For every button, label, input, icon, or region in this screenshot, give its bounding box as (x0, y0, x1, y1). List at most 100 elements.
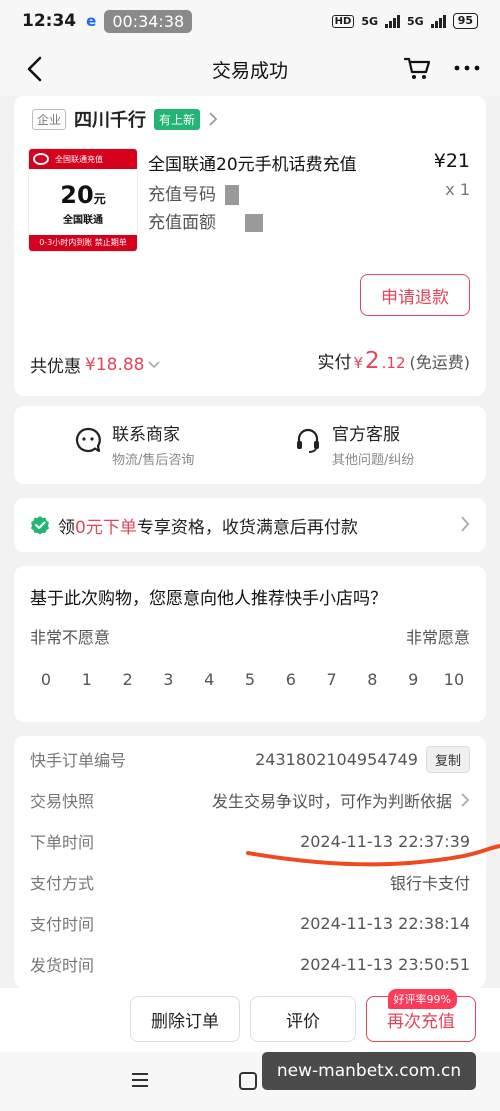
promo-post: 专享资格，收货满意后再付款 (136, 517, 358, 538)
survey-score-option[interactable]: 9 (397, 670, 429, 689)
contact-merchant-button[interactable]: 联系商家 物流/售后咨询 (74, 420, 194, 468)
product-image-banner: 全国联通充值 (29, 149, 137, 169)
more-icon[interactable] (452, 58, 482, 78)
product-image-banner-text: 全国联通充值 (55, 154, 103, 164)
promo-text: 领0元下单专享资格，收货满意后再付款 (58, 513, 358, 538)
payment-method-row: 支付方式 银行卡支付 (30, 867, 470, 897)
request-refund-button[interactable]: 申请退款 (360, 274, 470, 316)
discount-label: 共优惠 (30, 357, 81, 377)
ship-time-label: 发货时间 (30, 956, 95, 975)
order-number-row: 快手订单编号 2431802104954749 复制 (30, 744, 470, 774)
order-product-card: 企业 四川千行 有上新 全国联通充值 20元 全国联通 0-3小时内到账 禁止期… (14, 96, 486, 396)
amount-paid: 实付 ¥ 2 .12 (免运费) (317, 348, 470, 374)
network-label-1: 5G (361, 14, 378, 28)
delete-order-button[interactable]: 删除订单 (130, 996, 240, 1042)
promo-highlight: 0元下单 (75, 517, 137, 538)
network-label-2: 5G (407, 14, 424, 28)
survey-question: 基于此次购物，您愿意向他人推荐快手小店吗？ (30, 589, 387, 609)
snapshot-label: 交易快照 (30, 792, 95, 811)
shop-header[interactable]: 企业 四川千行 有上新 (32, 106, 218, 132)
paid-currency: ¥ (353, 354, 363, 372)
recharge-amount-row: 充值面额 (148, 208, 264, 233)
shop-name[interactable]: 四川千行 (74, 106, 146, 132)
copy-order-number-button[interactable]: 复制 (425, 745, 470, 773)
product-image-footer: 0-3小时内到账 禁止期单 (29, 235, 137, 251)
headset-icon (297, 428, 319, 453)
enterprise-tag: 企业 (32, 108, 67, 130)
paid-integer: 2 (365, 348, 380, 374)
payment-time-row: 支付时间 2024-11-13 22:38:14 (30, 908, 470, 938)
payment-method-label: 支付方式 (30, 874, 95, 893)
survey-low-label: 非常不愿意 (30, 628, 111, 647)
carrier-icon: e (86, 12, 97, 30)
product-quantity: x 1 (445, 180, 470, 199)
unicom-logo-icon (33, 153, 49, 165)
survey-score-option[interactable]: 2 (112, 670, 144, 689)
page-title: 交易成功 (211, 59, 288, 82)
chevron-right-icon (209, 112, 218, 126)
hd-icon: HD (331, 14, 355, 28)
contact-card: 联系商家 物流/售后咨询 官方客服 其他问题/纠纷 (14, 406, 486, 484)
ship-time-row: 发货时间 2024-11-13 23:50:51 (30, 949, 470, 979)
zero-yuan-promo-banner[interactable]: 领0元下单专享资格，收货满意后再付款 (14, 498, 486, 552)
product-image-amount-unit: 元 (93, 192, 106, 206)
discount-value: ¥18.88 (85, 354, 145, 375)
status-bar: 12:34 e 00:34:38 HD 5G 5G 95 (0, 0, 500, 42)
redacted-block (245, 214, 264, 232)
clock: 12:34 (22, 11, 77, 31)
official-service-sub: 其他问题/纠纷 (332, 453, 415, 468)
chevron-right-icon (461, 793, 470, 807)
redacted-block (225, 185, 240, 205)
chevron-down-icon (148, 360, 161, 368)
snapshot-row[interactable]: 交易快照 发生交易争议时，可作为判断依据 (30, 785, 470, 815)
order-number-label: 快手订单编号 (30, 751, 127, 770)
status-icons: HD 5G 5G 95 (331, 13, 478, 29)
survey-score-option[interactable]: 5 (234, 670, 266, 689)
watermark: new-manbetx.com.cn (262, 1052, 476, 1090)
survey-score-option[interactable]: 6 (275, 670, 307, 689)
bottom-action-bar: 删除订单 评价 再次充值 好评率99% (0, 988, 500, 1052)
survey-score-option[interactable]: 8 (356, 670, 388, 689)
total-discount[interactable]: 共优惠 ¥18.88 (30, 352, 161, 377)
product-image-amount: 20元 (29, 181, 137, 209)
order-time-row: 下单时间 2024-11-13 22:37:39 (30, 826, 470, 856)
order-time-value: 2024-11-13 22:37:39 (300, 831, 470, 851)
nps-survey-card: 基于此次购物，您愿意向他人推荐快手小店吗？ 非常不愿意 非常愿意 0 1 2 3… (14, 566, 486, 722)
survey-score-option[interactable]: 4 (193, 670, 225, 689)
product-image-sub: 全国联通 (63, 215, 103, 226)
promo-pre: 领 (58, 517, 75, 538)
cart-icon[interactable] (403, 55, 431, 81)
recent-apps-icon[interactable] (130, 1072, 150, 1088)
order-number-value: 2431802104954749 (255, 749, 418, 769)
payment-method-value: 银行卡支付 (389, 874, 470, 893)
review-button[interactable]: 评价 (250, 996, 356, 1042)
recording-timer: 00:34:38 (104, 9, 193, 33)
recharge-again-button[interactable]: 再次充值 好评率99% (366, 989, 476, 1042)
snapshot-value: 发生交易争议时，可作为判断依据 (211, 792, 452, 811)
contact-merchant-sub: 物流/售后咨询 (112, 453, 195, 468)
back-arrow-icon[interactable] (22, 55, 48, 83)
shipping-note: (免运费) (409, 353, 471, 372)
survey-score-option[interactable]: 10 (438, 670, 470, 689)
official-service-title: 官方客服 (332, 425, 400, 445)
survey-score-option[interactable]: 3 (152, 670, 184, 689)
survey-score-option[interactable]: 7 (316, 670, 348, 689)
home-icon[interactable] (239, 1072, 257, 1090)
product-name[interactable]: 全国联通20元手机话费充值 (148, 150, 378, 175)
signal-icon (385, 14, 400, 28)
official-service-button[interactable]: 官方客服 其他问题/纠纷 (294, 420, 414, 468)
paid-label: 实付 (317, 353, 352, 373)
product-image[interactable]: 全国联通充值 20元 全国联通 0-3小时内到账 禁止期单 (28, 148, 138, 252)
survey-score-option[interactable]: 1 (71, 670, 103, 689)
recharge-number-label: 充值号码 (148, 185, 216, 205)
paid-decimal: .12 (381, 354, 406, 372)
chevron-right-icon (461, 516, 470, 532)
signal-icon (430, 14, 446, 28)
recharge-amount-label: 充值面额 (148, 213, 216, 233)
order-info-card: 快手订单编号 2431802104954749 复制 交易快照 发生交易争议时，… (14, 736, 486, 988)
recharge-again-label: 再次充值 (387, 1011, 455, 1032)
survey-score-option[interactable]: 0 (30, 670, 62, 689)
survey-scale: 0 1 2 3 4 5 6 7 8 9 10 (30, 670, 470, 689)
nav-bar: 交易成功 (0, 42, 500, 96)
payment-time-label: 支付时间 (30, 915, 95, 934)
